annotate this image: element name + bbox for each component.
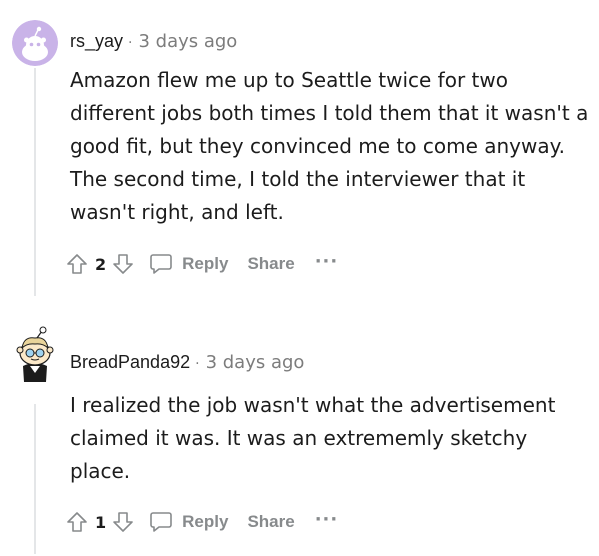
snoo-avatar-icon <box>16 326 54 382</box>
comment-actions: 1 Reply Share ··· <box>62 507 338 537</box>
reply-label: Reply <box>182 512 229 531</box>
comment-body: Amazon flew me up to Seattle twice for t… <box>70 68 589 224</box>
avatar[interactable] <box>10 326 60 386</box>
vote-count: 1 <box>95 512 107 532</box>
comment-actions: 2 Reply Share ··· <box>62 249 338 279</box>
reply-label: Reply <box>182 254 229 273</box>
downvote-icon <box>113 254 133 274</box>
upvote-icon <box>67 512 87 532</box>
timestamp[interactable]: 3 days ago <box>206 352 305 373</box>
downvote-button[interactable] <box>108 507 138 537</box>
upvote-button[interactable] <box>62 249 92 279</box>
timestamp[interactable]: 3 days ago <box>138 31 237 52</box>
comment-bubble-icon <box>150 512 172 532</box>
share-button[interactable]: Share <box>247 512 294 532</box>
meta-separator: · <box>195 356 200 372</box>
avatar[interactable] <box>12 20 58 66</box>
author-name[interactable]: BreadPanda92 <box>70 352 190 372</box>
comment: rs_yay · 3 days ago Amazon flew me up to S… <box>0 0 599 300</box>
more-options-icon[interactable]: ··· <box>315 251 339 272</box>
snoo-avatar-icon <box>12 20 58 66</box>
comment-meta: rs_yay · 3 days ago <box>70 31 237 52</box>
comment-meta: BreadPanda92 · 3 days ago <box>70 352 304 373</box>
upvote-icon <box>67 254 87 274</box>
reply-button[interactable]: Reply <box>148 509 228 535</box>
vote-count: 2 <box>95 254 107 274</box>
comment: BreadPanda92 · 3 days ago I realized the j… <box>0 318 599 556</box>
comment-body: I realized the job wasn't what the adver… <box>70 393 556 483</box>
more-options-icon[interactable]: ··· <box>315 509 339 530</box>
thread-line[interactable] <box>34 404 36 554</box>
downvote-button[interactable] <box>108 249 138 279</box>
thread-line[interactable] <box>34 68 36 296</box>
downvote-icon <box>113 512 133 532</box>
share-button[interactable]: Share <box>247 254 294 274</box>
upvote-button[interactable] <box>62 507 92 537</box>
comment-bubble-icon <box>150 254 172 274</box>
reply-button[interactable]: Reply <box>148 251 228 277</box>
author-name[interactable]: rs_yay <box>70 31 123 51</box>
meta-separator: · <box>128 35 133 51</box>
